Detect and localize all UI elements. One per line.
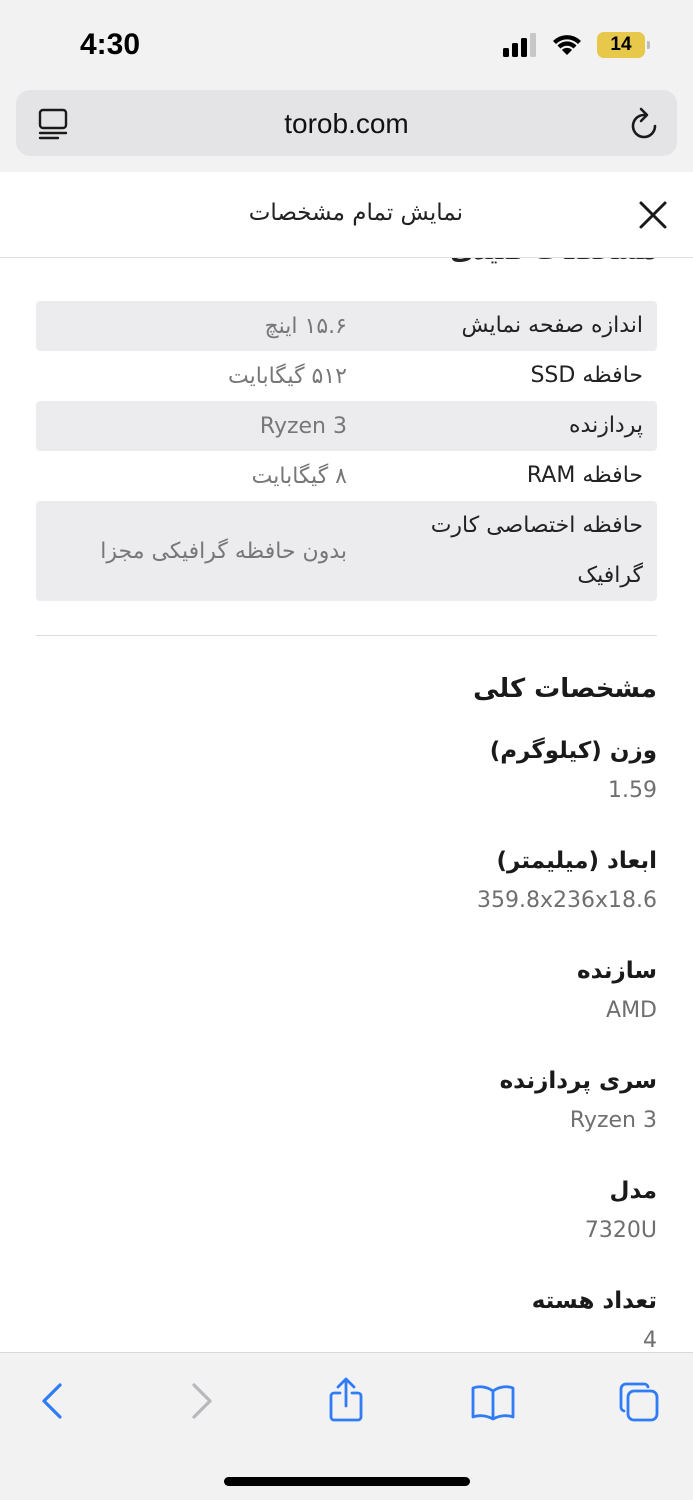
key-spec-label: حافظه SSD <box>530 363 643 388</box>
forward-icon[interactable] <box>188 1381 216 1421</box>
battery-indicator: 14 <box>597 32 650 58</box>
section-divider <box>36 635 657 636</box>
url-text: torob.com <box>284 108 409 139</box>
reload-icon[interactable] <box>629 106 659 140</box>
key-spec-value: ۵۱۲ گیگابایت <box>228 363 347 389</box>
spec-item-dimensions: ابعاد (میلیمتر) 359.8x236x18.6 <box>36 848 657 913</box>
spec-value: Ryzen 3 <box>569 1108 657 1133</box>
wifi-icon <box>553 35 581 55</box>
spec-label: وزن (کیلوگرم) <box>489 738 657 764</box>
spec-label: سازنده <box>577 958 657 984</box>
spec-item-model: مدل 7320U <box>36 1178 657 1243</box>
spec-value: 7320U <box>584 1218 657 1243</box>
address-bar[interactable]: torob.com <box>16 90 677 156</box>
status-icons: 14 <box>503 32 650 58</box>
spec-item-manufacturer: سازنده AMD <box>36 958 657 1023</box>
general-specs-title: مشخصات کلی <box>473 674 657 704</box>
close-icon[interactable] <box>638 200 668 230</box>
key-spec-row: حافظه SSD ۵۱۲ گیگابایت <box>36 351 657 401</box>
bookmarks-icon[interactable] <box>470 1383 516 1421</box>
share-icon[interactable] <box>328 1377 364 1423</box>
specs-panel: نمایش تمام مشخصات مشخصات کلیدی اندازه صف… <box>0 172 693 1352</box>
key-spec-label: حافظه اختصاصی کارت گرافیک <box>430 513 643 588</box>
browser-address-area: torob.com <box>0 88 693 172</box>
cellular-signal-icon <box>503 33 536 57</box>
key-spec-value: Ryzen 3 <box>259 413 347 439</box>
spec-value: 1.59 <box>608 778 657 803</box>
status-time: 4:30 <box>80 28 141 61</box>
back-icon[interactable] <box>38 1381 66 1421</box>
spec-label: ابعاد (میلیمتر) <box>496 848 658 874</box>
spec-label: سری پردازنده <box>499 1068 657 1094</box>
key-spec-value: ۸ گیگابایت <box>251 463 347 489</box>
spec-value: 359.8x236x18.6 <box>477 888 657 913</box>
key-spec-label: پردازنده <box>569 413 643 438</box>
spec-item-cpu-series: سری پردازنده Ryzen 3 <box>36 1068 657 1133</box>
spec-item-weight: وزن (کیلوگرم) 1.59 <box>36 738 657 803</box>
spec-label: تعداد هسته <box>531 1288 657 1314</box>
key-spec-row: اندازه صفحه نمایش ۱۵.۶ اینچ <box>36 301 657 351</box>
tabs-icon[interactable] <box>618 1381 660 1423</box>
key-spec-value: بدون حافظه گرافیکی مجزا <box>100 538 347 564</box>
browser-toolbar <box>0 1352 693 1500</box>
key-spec-row: حافظه اختصاصی کارت گرافیک بدون حافظه گرا… <box>36 501 657 601</box>
panel-title: نمایش تمام مشخصات <box>248 200 463 226</box>
home-indicator <box>224 1477 470 1486</box>
key-spec-row: حافظه RAM ۸ گیگابایت <box>36 451 657 501</box>
panel-header: نمایش تمام مشخصات <box>0 172 693 258</box>
spec-label: مدل <box>609 1178 657 1204</box>
battery-level: 14 <box>610 34 632 55</box>
spec-item-core-count: تعداد هسته 4 <box>36 1288 657 1352</box>
key-spec-label: اندازه صفحه نمایش <box>461 313 643 338</box>
spec-value: AMD <box>606 998 657 1023</box>
key-specs-table: اندازه صفحه نمایش ۱۵.۶ اینچ حافظه SSD ۵۱… <box>36 301 657 601</box>
key-spec-row: پردازنده Ryzen 3 <box>36 401 657 451</box>
key-spec-value: ۱۵.۶ اینچ <box>264 313 347 339</box>
spec-value: 4 <box>643 1328 657 1352</box>
status-bar: 4:30 14 <box>0 0 693 88</box>
key-spec-label: حافظه RAM <box>526 463 643 488</box>
